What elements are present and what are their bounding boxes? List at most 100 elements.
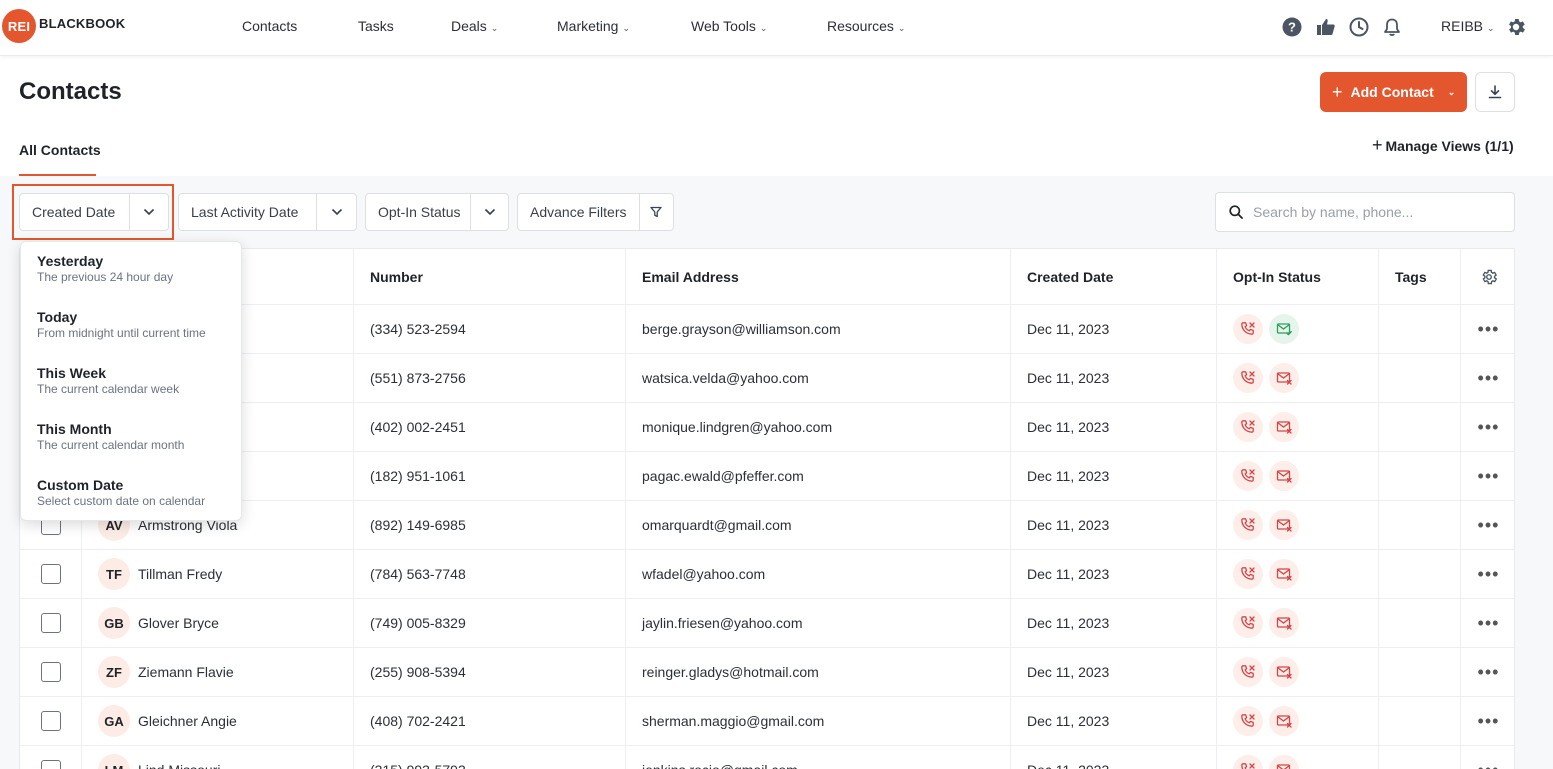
header-created-date[interactable]: Created Date [1011,249,1217,304]
download-button[interactable] [1475,72,1515,112]
contact-name[interactable]: Glover Bryce [138,615,219,631]
help-icon[interactable]: ? [1281,16,1303,38]
more-options-icon[interactable]: ••• [1478,320,1500,338]
phone-opt-out-icon[interactable] [1233,559,1263,589]
more-options-icon[interactable]: ••• [1478,516,1500,534]
nav-contacts[interactable]: Contacts [242,18,297,34]
table-row[interactable]: (182) 951-1061 pagac.ewald@pfeffer.com Dec… [20,452,1514,501]
name-cell[interactable]: GB Glover Bryce [82,599,354,647]
name-cell[interactable]: LM Lind Missouri [82,746,354,769]
option-subtitle: From midnight until current time [37,326,206,340]
phone-opt-out-icon[interactable] [1233,412,1263,442]
opt-in-status-cell [1217,452,1379,500]
email-opt-out-icon[interactable] [1269,461,1299,491]
column-settings-icon[interactable] [1461,249,1516,304]
table-row[interactable]: GB Glover Bryce (749) 005-8329 jaylin.fries… [20,599,1514,648]
table-row[interactable]: (402) 002-2451 monique.lindgren@yahoo.com… [20,403,1514,452]
last-activity-date-filter[interactable]: Last Activity Date [178,193,357,231]
phone-opt-out-icon[interactable] [1233,363,1263,393]
phone-opt-out-icon[interactable] [1233,314,1263,344]
email-opt-out-icon[interactable] [1269,657,1299,687]
phone-opt-out-icon[interactable] [1233,510,1263,540]
table-row[interactable]: ZF Ziemann Flavie (255) 908-5394 reinger.gl… [20,648,1514,697]
more-options-icon[interactable]: ••• [1478,614,1500,632]
search-box[interactable] [1215,192,1515,232]
table-row[interactable]: GA Gleichner Angie (408) 702-2421 sherman.m… [20,697,1514,746]
opt-in-status-filter[interactable]: Opt-In Status [365,193,509,231]
email-opt-out-icon[interactable] [1269,412,1299,442]
table-row[interactable]: ia(551) 873-2756watsica.velda@yahoo.comD… [20,354,1514,403]
email-opt-out-icon[interactable] [1269,363,1299,393]
manage-views-button[interactable]: + Manage Views (1/1) [1372,135,1514,156]
header-opt-in-status[interactable]: Opt-In Status [1217,249,1379,304]
contact-name[interactable]: Lind Missouri [138,762,220,769]
email-opt-out-icon[interactable] [1269,608,1299,638]
name-cell[interactable]: TF Tillman Fredy [82,550,354,598]
email-opt-out-icon[interactable] [1269,510,1299,540]
chevron-down-icon[interactable]: ⌄ [1448,87,1456,98]
more-options-icon[interactable]: ••• [1478,712,1500,730]
row-checkbox[interactable] [40,711,61,731]
phone-opt-out-icon[interactable] [1233,755,1263,769]
user-menu[interactable]: REIBB ⌄ [1441,18,1495,34]
row-checkbox[interactable] [40,760,61,769]
table-row[interactable]: (334) 523-2594 berge.grayson@williamson.c… [20,305,1514,354]
add-contact-button[interactable]: + Add Contact ⌄ [1320,72,1467,112]
email-opt-out-icon[interactable] [1269,559,1299,589]
thumbs-up-icon[interactable] [1315,16,1337,38]
option-this-month[interactable]: This Month The current calendar month [37,421,184,452]
nav-web-tools[interactable]: Web Tools ⌄ [691,18,767,34]
created-date: Dec 11, 2023 [1011,354,1217,402]
option-this-week[interactable]: This Week The current calendar week [37,365,179,396]
more-options-icon[interactable]: ••• [1478,369,1500,387]
email-opt-out-icon[interactable] [1269,755,1299,769]
header-number[interactable]: Number [354,249,626,304]
name-cell[interactable]: ZF Ziemann Flavie [82,648,354,696]
more-options-icon[interactable]: ••• [1478,565,1500,583]
chevron-down-icon[interactable] [316,194,356,230]
bell-icon[interactable] [1381,16,1403,38]
row-checkbox[interactable] [40,564,61,584]
advance-filters-button[interactable]: Advance Filters [517,193,674,231]
chevron-down-icon[interactable] [470,194,508,230]
row-checkbox[interactable] [40,662,61,682]
gear-icon[interactable] [1505,16,1527,38]
table-row[interactable]: LM Lind Missouri (315) 993-5793jenkins.roc… [20,746,1514,769]
name-cell[interactable]: GA Gleichner Angie [82,697,354,745]
nav-tasks[interactable]: Tasks [358,18,394,34]
header-email[interactable]: Email Address [626,249,1011,304]
more-options-icon[interactable]: ••• [1478,467,1500,485]
more-options-icon[interactable]: ••• [1478,761,1500,769]
option-custom-date[interactable]: Custom Date Select custom date on calend… [37,477,205,508]
phone-opt-out-icon[interactable] [1233,706,1263,736]
nav-resources[interactable]: Resources ⌄ [827,18,905,34]
tab-all-contacts[interactable]: All Contacts [19,142,101,168]
contact-name[interactable]: Ziemann Flavie [138,664,234,680]
table-row[interactable]: TF Tillman Fredy (784) 563-7748 wfadel@yaho… [20,550,1514,599]
created-date: Dec 11, 2023 [1011,599,1217,647]
page-title: Contacts [19,78,122,105]
nav-deals[interactable]: Deals ⌄ [451,18,498,34]
email-address: pagac.ewald@pfeffer.com [626,452,1011,500]
filter-icon[interactable] [638,194,673,230]
clock-icon[interactable] [1348,16,1370,38]
email-opt-out-icon[interactable] [1269,706,1299,736]
contact-name[interactable]: Tillman Fredy [138,566,222,582]
row-checkbox[interactable] [40,613,61,633]
brand-logo[interactable]: REI BLACKBOOK [2,9,125,43]
phone-opt-out-icon[interactable] [1233,608,1263,638]
email-opt-in-icon[interactable] [1269,314,1299,344]
header-tags[interactable]: Tags [1379,249,1461,304]
phone-opt-out-icon[interactable] [1233,461,1263,491]
table-body: (334) 523-2594 berge.grayson@williamson.c… [20,305,1514,769]
table-header-row: Number Email Address Created Date Opt-In… [20,249,1514,305]
table-row[interactable]: AV Armstrong Viola (892) 149-6985 omarquard… [20,501,1514,550]
option-today[interactable]: Today From midnight until current time [37,309,206,340]
option-yesterday[interactable]: Yesterday The previous 24 hour day [37,253,173,284]
more-options-icon[interactable]: ••• [1478,418,1500,436]
contact-name[interactable]: Gleichner Angie [138,713,237,729]
search-input[interactable] [1253,204,1493,220]
more-options-icon[interactable]: ••• [1478,663,1500,681]
nav-marketing[interactable]: Marketing ⌄ [557,18,630,34]
phone-opt-out-icon[interactable] [1233,657,1263,687]
